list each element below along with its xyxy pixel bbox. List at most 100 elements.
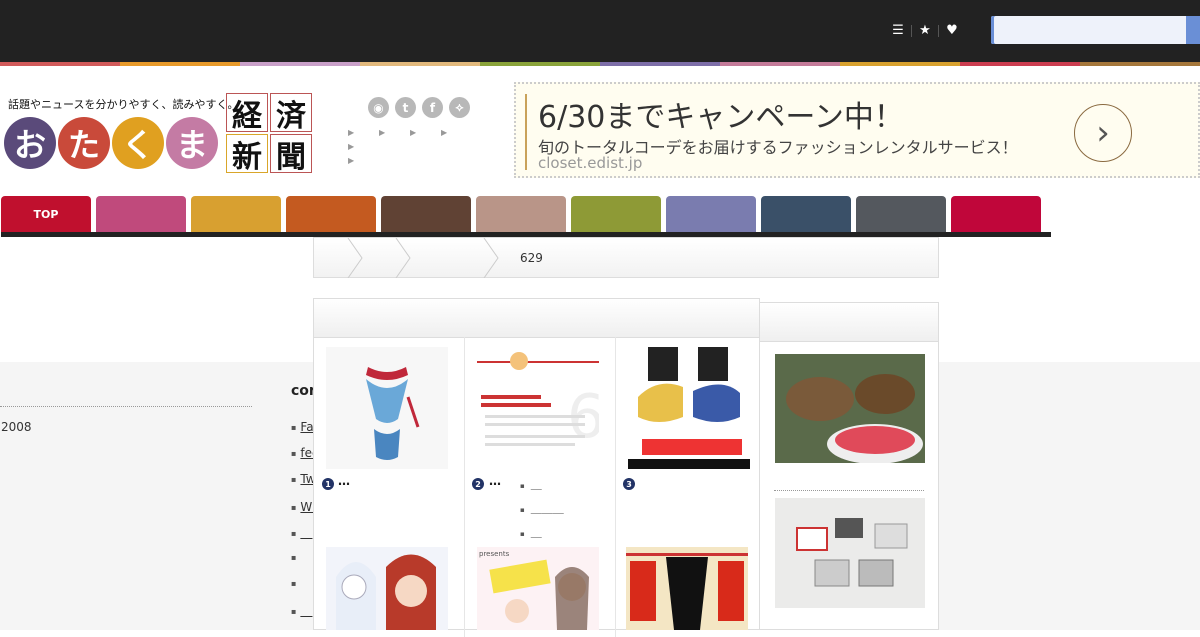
twitter-icon[interactable]: t xyxy=(395,97,416,118)
footer-link[interactable]: ＿ xyxy=(300,604,312,618)
nav-tab[interactable] xyxy=(381,196,471,232)
triangle-icon[interactable]: ▶ xyxy=(379,126,410,140)
rss-icon[interactable]: ◉ xyxy=(368,97,389,118)
nav-tab-top[interactable]: TOP xyxy=(1,196,91,232)
divider xyxy=(774,490,924,491)
article-thumbnail[interactable] xyxy=(626,547,748,630)
sidebar-thumbnail[interactable] xyxy=(775,354,925,463)
triangle-icon[interactable]: ▶ xyxy=(348,126,379,140)
nav-tab[interactable] xyxy=(856,196,946,232)
stripe-segment xyxy=(240,62,360,66)
related-link[interactable]: ＿ xyxy=(531,526,542,539)
related-link[interactable]: ＿ xyxy=(531,478,542,491)
article-count: 629 xyxy=(520,251,543,265)
ducks-image xyxy=(775,354,925,463)
game-consoles-image xyxy=(775,498,925,608)
logo-char: く xyxy=(112,117,164,169)
triangle-icon[interactable]: ▶ xyxy=(441,126,472,140)
ad-url[interactable]: closet.edist.jp xyxy=(538,154,642,172)
header-links: ▶ ▶ ▶ ▶▶ ▶ xyxy=(348,126,498,168)
triangle-icon[interactable]: ▶ xyxy=(348,154,379,168)
rank-title[interactable]: … xyxy=(338,474,350,488)
triangle-icon[interactable]: ▶ xyxy=(348,140,379,154)
stripe-segment xyxy=(120,62,240,66)
column-divider xyxy=(464,337,465,637)
stripe-segment xyxy=(360,62,480,66)
site-tagline: 話題やニュースを分かりやすく、読みやすく。 xyxy=(8,98,239,111)
logo-kanji-char: 聞 xyxy=(270,134,312,175)
top-icons: ☰ ★ ♥ xyxy=(888,22,962,40)
news-image: 6 xyxy=(477,347,599,469)
divider xyxy=(0,406,252,407)
sidebar-thumbnail[interactable] xyxy=(775,498,925,608)
nav-tab[interactable] xyxy=(951,196,1041,232)
rank-badge: 2 xyxy=(472,478,484,490)
search-input[interactable] xyxy=(991,16,1189,44)
breadcrumb-chevron-icon xyxy=(347,238,363,278)
nav-tab[interactable] xyxy=(476,196,566,232)
breadcrumb: 629 xyxy=(313,237,939,278)
chevron-right-icon[interactable]: › xyxy=(1074,104,1132,162)
nav-tab[interactable] xyxy=(571,196,661,232)
logo-kanji-char: 経 xyxy=(226,93,268,134)
list-item: ＿＿＿ xyxy=(520,500,564,524)
ranking-panel-header xyxy=(314,299,759,338)
poster-image xyxy=(626,547,748,630)
list-icon[interactable]: ☰ xyxy=(888,22,908,40)
logo-kanji[interactable]: 経 済 新 聞 xyxy=(226,93,312,175)
related-links: ＿ ＿＿＿ ＿ xyxy=(520,476,564,548)
slippers-image xyxy=(628,347,750,469)
article-thumbnail[interactable]: presents xyxy=(477,547,599,630)
article-thumbnail[interactable]: 6 xyxy=(477,347,599,469)
ad-title[interactable]: 6/30までキャンペーン中！ xyxy=(538,92,904,136)
logo-char: た xyxy=(58,117,110,169)
top-bar: ☰ ★ ♥ xyxy=(0,0,1200,62)
ad-banner[interactable]: 6/30までキャンペーン中！ 旬のトータルコーデをお届けするファッションレンタル… xyxy=(514,82,1200,178)
column-divider xyxy=(615,337,616,637)
site-logo[interactable]: お た く ま xyxy=(4,117,220,169)
stripe-segment xyxy=(720,62,840,66)
logo-char: お xyxy=(4,117,56,169)
copyright-year: 2008 xyxy=(1,420,32,434)
heart-icon[interactable]: ♥ xyxy=(942,22,962,40)
ad-accent-line xyxy=(525,94,527,170)
star-icon[interactable]: ★ xyxy=(915,22,935,40)
list-item: ＿ xyxy=(520,476,564,500)
separator xyxy=(938,25,939,37)
category-nav: TOP xyxy=(1,196,1046,232)
breadcrumb-chevron-icon xyxy=(483,238,499,278)
footer-link[interactable]: ＿ xyxy=(300,526,312,540)
logo-kanji-char: 新 xyxy=(226,134,268,175)
svg-text:presents: presents xyxy=(479,550,510,558)
stripe-segment xyxy=(960,62,1080,66)
search-button[interactable] xyxy=(1186,16,1200,44)
article-thumbnail[interactable] xyxy=(326,547,448,630)
triangle-icon[interactable]: ▶ xyxy=(410,126,441,140)
nav-tab[interactable] xyxy=(191,196,281,232)
manga-cover-image: presents xyxy=(477,547,599,630)
nav-tab[interactable] xyxy=(761,196,851,232)
article-thumbnail[interactable] xyxy=(326,347,448,469)
logo-kanji-char: 済 xyxy=(270,93,312,134)
breadcrumb-chevron-icon xyxy=(395,238,411,278)
swimsuit-image xyxy=(326,347,448,469)
facebook-icon[interactable]: f xyxy=(422,97,443,118)
rank-title[interactable]: … xyxy=(489,474,501,488)
logo-char: ま xyxy=(166,117,218,169)
nav-tab[interactable] xyxy=(96,196,186,232)
article-thumbnail[interactable] xyxy=(628,347,750,469)
nav-tab[interactable] xyxy=(666,196,756,232)
anime-image xyxy=(326,547,448,630)
list-item: ＿ xyxy=(520,524,564,548)
rank-badge: 3 xyxy=(623,478,635,490)
sidebar-header xyxy=(760,303,938,342)
rank-badge: 1 xyxy=(322,478,334,490)
color-stripe xyxy=(0,62,1200,66)
feedly-icon[interactable]: ⟡ xyxy=(449,97,470,118)
stripe-segment xyxy=(0,62,120,66)
related-link[interactable]: ＿＿＿ xyxy=(531,502,564,515)
nav-tab[interactable] xyxy=(286,196,376,232)
stripe-segment xyxy=(1080,62,1200,66)
stripe-segment xyxy=(480,62,600,66)
social-links: ◉ t f ⟡ xyxy=(368,97,476,118)
